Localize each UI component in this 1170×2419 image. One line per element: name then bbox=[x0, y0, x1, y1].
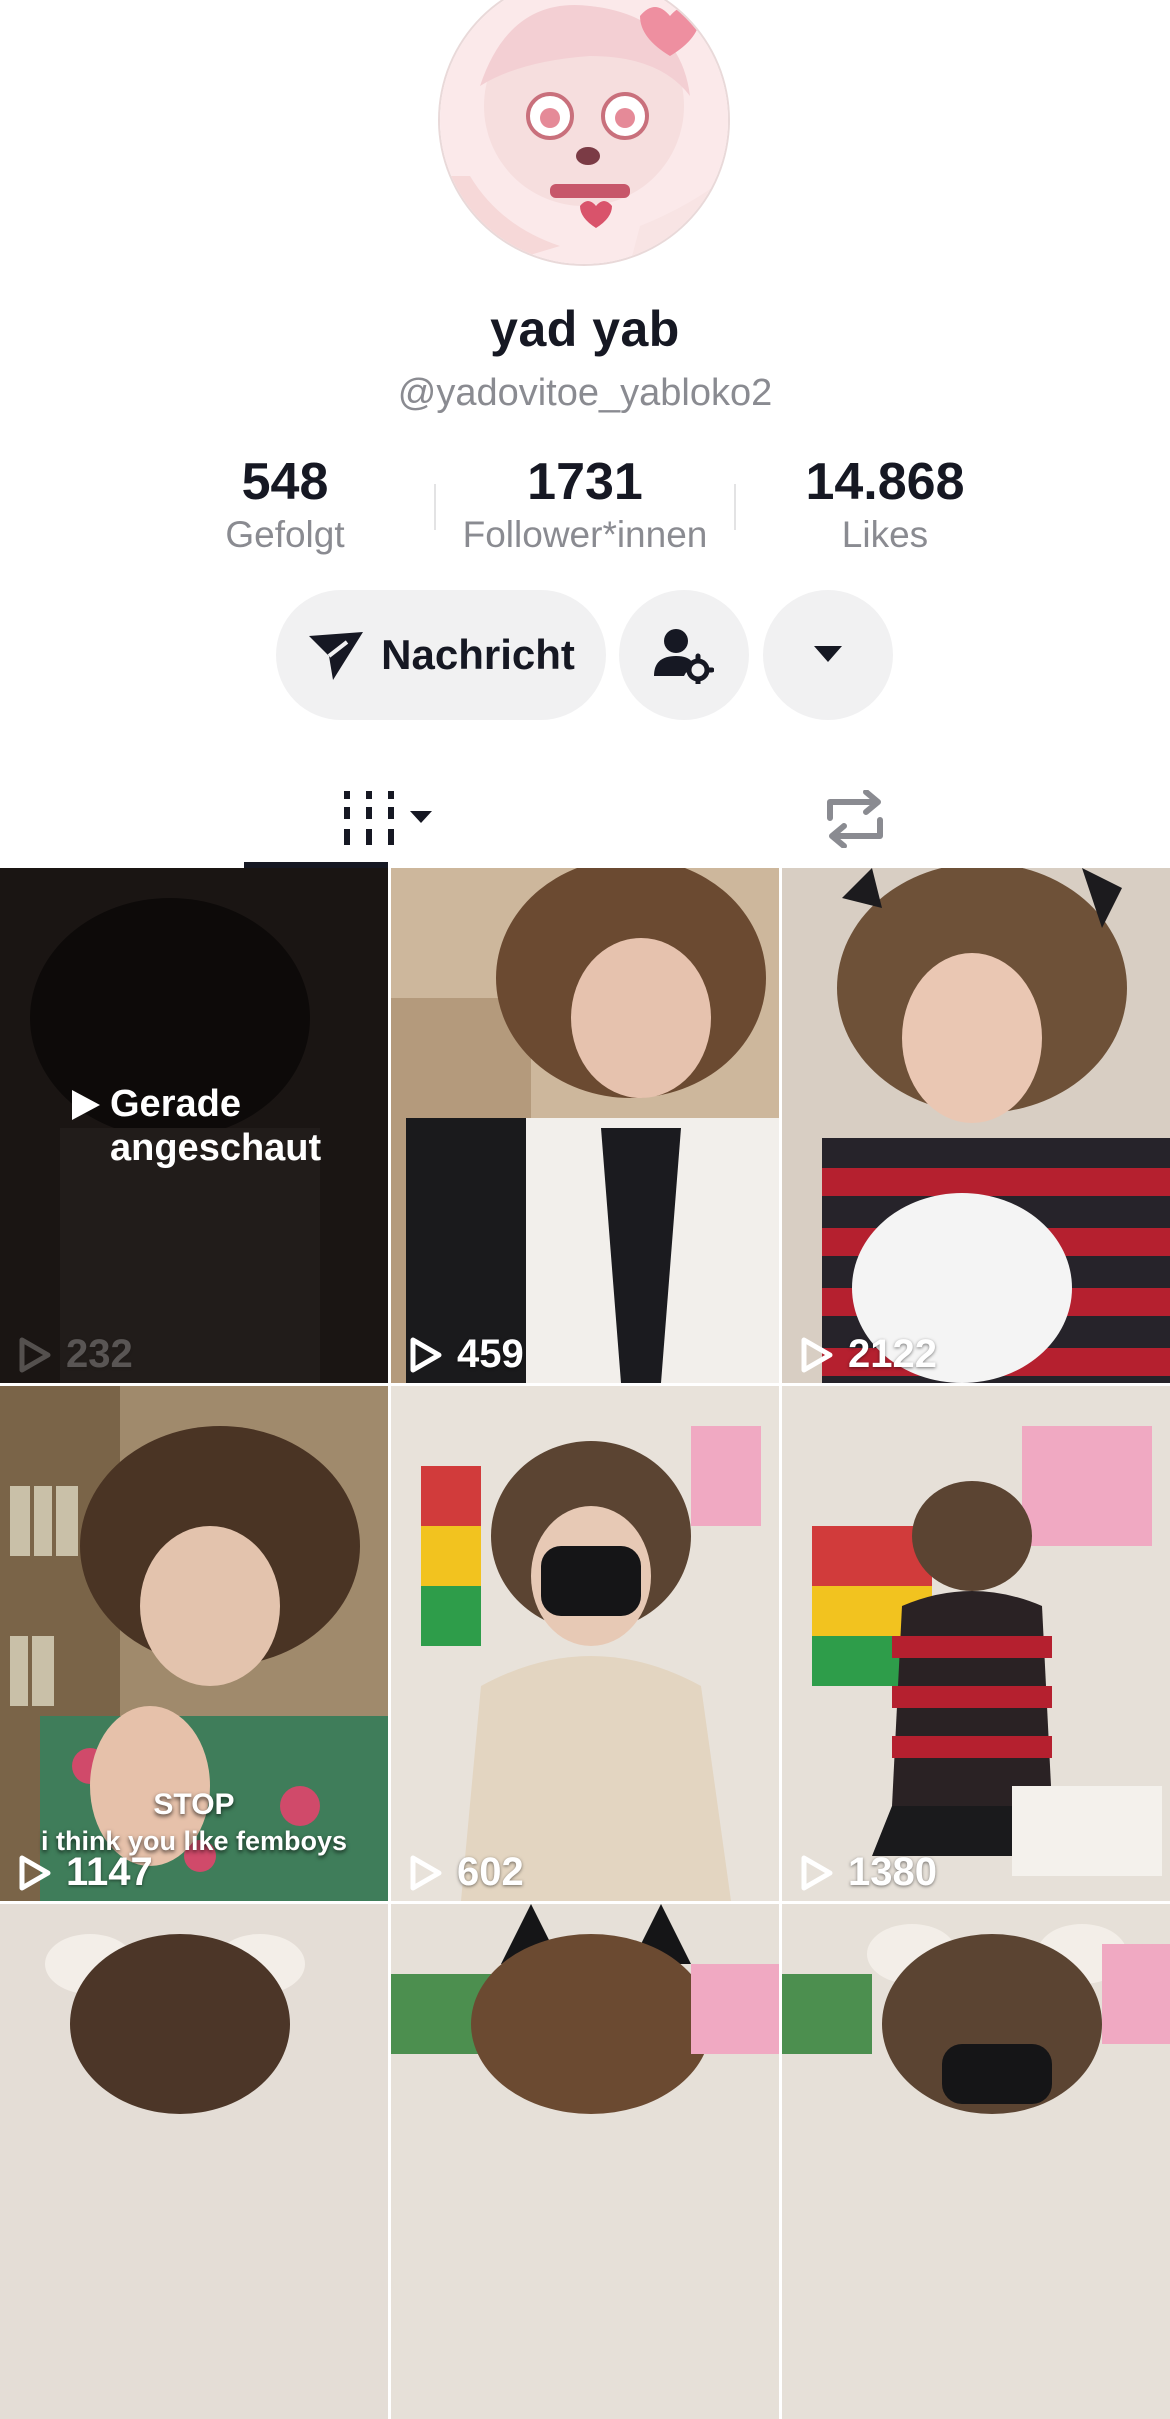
view-count-text: 602 bbox=[457, 1850, 524, 1894]
video-thumbnail[interactable]: Gerade angeschaut 232 bbox=[0, 868, 388, 1383]
follow-settings-button[interactable] bbox=[619, 590, 749, 720]
view-count: 1380 bbox=[800, 1850, 937, 1895]
profile-stats: 548 Gefolgt 1731 Follower*innen 14.868 L… bbox=[0, 452, 1170, 562]
stat-divider bbox=[434, 484, 436, 530]
recently-watched-line-2: angeschaut bbox=[110, 1127, 322, 1169]
view-count-text: 1380 bbox=[848, 1850, 937, 1894]
video-thumbnail-image bbox=[391, 868, 779, 1383]
tab-videos[interactable] bbox=[195, 770, 585, 868]
view-count: 232 bbox=[18, 1332, 133, 1377]
video-thumbnail-image bbox=[391, 1904, 779, 2419]
play-outline-icon bbox=[410, 1855, 442, 1890]
video-grid: Gerade angeschaut 232 459 2122 STOP i th… bbox=[0, 868, 1170, 2419]
play-outline-icon bbox=[801, 1855, 833, 1890]
stat-following-value: 548 bbox=[241, 453, 329, 511]
view-count-text: 232 bbox=[66, 1332, 133, 1376]
view-count: 602 bbox=[409, 1850, 524, 1895]
play-icon bbox=[72, 1090, 100, 1120]
view-count-text: 1147 bbox=[66, 1850, 153, 1894]
view-count-text: 459 bbox=[457, 1332, 524, 1376]
play-outline-icon bbox=[19, 1855, 51, 1890]
video-thumbnail-image bbox=[0, 1386, 388, 1901]
video-thumbnail[interactable]: STOP i think you like femboys 1147 bbox=[0, 1386, 388, 1901]
view-count-text: 2122 bbox=[848, 1332, 937, 1376]
stat-likes[interactable]: 14.868 Likes bbox=[770, 452, 1000, 558]
display-name: yad yab bbox=[490, 301, 680, 357]
video-caption-title: STOP bbox=[153, 1788, 235, 1821]
stat-divider bbox=[734, 484, 736, 530]
video-grid-icon bbox=[344, 791, 432, 845]
repost-icon bbox=[827, 790, 883, 848]
video-thumbnail[interactable]: 1380 bbox=[782, 1386, 1170, 1901]
play-outline-icon bbox=[410, 1337, 442, 1372]
stat-likes-value: 14.868 bbox=[805, 453, 965, 511]
view-count: 1147 bbox=[18, 1850, 153, 1895]
recently-watched-line-1: Gerade bbox=[110, 1083, 241, 1125]
recently-watched-label: Gerade angeschaut bbox=[70, 1082, 321, 1170]
video-thumbnail[interactable]: 459 bbox=[391, 868, 779, 1383]
video-thumbnail-image bbox=[782, 1386, 1170, 1901]
back-icon[interactable] bbox=[60, 0, 100, 16]
video-thumbnail-image bbox=[391, 1386, 779, 1901]
stat-followers[interactable]: 1731 Follower*innen bbox=[440, 452, 730, 558]
video-thumbnail[interactable]: 2122 bbox=[782, 868, 1170, 1383]
message-button-label: Nachricht bbox=[381, 631, 575, 678]
username-handle: @yadovitoe_yabloko2 bbox=[397, 372, 773, 414]
video-thumbnail-image bbox=[782, 1904, 1170, 2419]
message-button[interactable]: Nachricht bbox=[276, 590, 606, 720]
video-thumbnail[interactable]: 602 bbox=[391, 1386, 779, 1901]
user-gear-icon bbox=[654, 629, 714, 684]
view-count: 2122 bbox=[800, 1332, 937, 1377]
play-outline-icon bbox=[19, 1337, 51, 1372]
stat-followers-label: Follower*innen bbox=[462, 514, 708, 555]
more-options-button[interactable] bbox=[763, 590, 893, 720]
video-thumbnail[interactable] bbox=[391, 1904, 779, 2419]
tab-reposts[interactable] bbox=[660, 770, 1050, 868]
stat-followers-value: 1731 bbox=[527, 453, 643, 511]
view-count: 459 bbox=[409, 1332, 524, 1377]
stat-following[interactable]: 548 Gefolgt bbox=[165, 452, 405, 558]
profile-avatar[interactable] bbox=[440, 0, 728, 264]
share-icon[interactable] bbox=[1050, 0, 1110, 16]
video-thumbnail-image bbox=[0, 1904, 388, 2419]
triangle-down-icon bbox=[814, 646, 842, 662]
video-thumbnail-image bbox=[782, 868, 1170, 1383]
stat-following-label: Gefolgt bbox=[225, 514, 345, 555]
send-icon bbox=[309, 632, 364, 680]
content-tabs bbox=[0, 770, 1170, 868]
video-thumbnail[interactable] bbox=[782, 1904, 1170, 2419]
play-outline-icon bbox=[801, 1337, 833, 1372]
stat-likes-label: Likes bbox=[841, 514, 929, 555]
video-thumbnail[interactable] bbox=[0, 1904, 388, 2419]
